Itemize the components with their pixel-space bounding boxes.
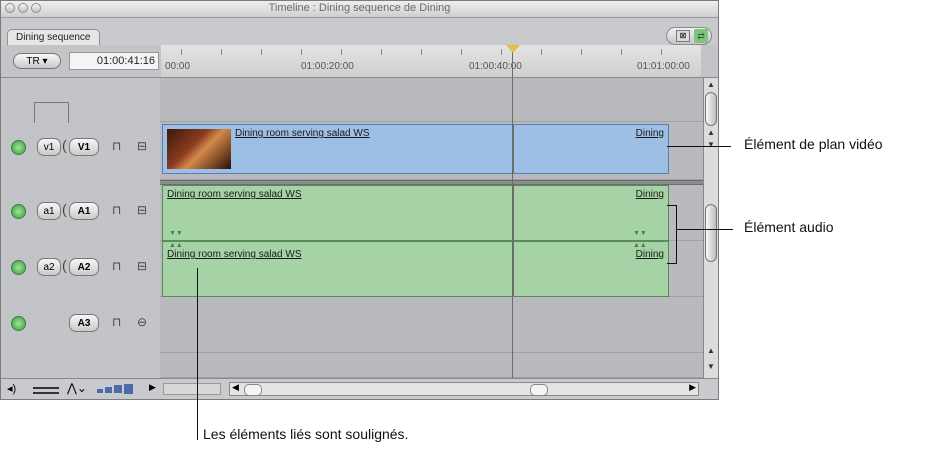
- auto-select-icon[interactable]: ⊟: [137, 259, 147, 273]
- lock-icon[interactable]: ⊓: [112, 259, 121, 273]
- zoom-slider[interactable]: [163, 383, 221, 395]
- ruler-label: 01:01:00:00: [637, 61, 690, 72]
- title-bar: Timeline : Dining sequence de Dining: [1, 1, 718, 18]
- scroll-thumb-right[interactable]: [530, 384, 548, 396]
- view-buttons: ⊠ ⇄: [666, 27, 712, 45]
- playhead-marker[interactable]: [506, 45, 520, 53]
- audio-clip-item-a2[interactable]: ▲▲ ▲▲ Dining room serving salad WS Dinin…: [162, 241, 669, 297]
- rt-menu-button[interactable]: TR ▾: [13, 53, 61, 69]
- scroll-left-icon[interactable]: ◀: [232, 382, 239, 393]
- lock-icon[interactable]: ⊓: [112, 139, 121, 153]
- video-clip-item-next[interactable]: Dining: [513, 124, 669, 174]
- horizontal-scrollbar[interactable]: ◀ ▶: [229, 382, 699, 396]
- ruler-label: 01:00:20:00: [301, 61, 354, 72]
- tab-row: Dining sequence ⊠ ⇄: [1, 18, 718, 46]
- clip-overlays-icon[interactable]: ⊠: [676, 30, 690, 42]
- scroll-thumb-left[interactable]: [244, 384, 262, 396]
- empty-track: [160, 78, 703, 122]
- track-header-a2: a2 ( A2 ⊓ ⊟: [1, 240, 160, 296]
- audio-track-a4: [160, 353, 703, 378]
- stereo-pair-icon: ▼▼: [633, 230, 647, 237]
- track-audible-toggle[interactable]: [11, 316, 26, 331]
- callout-bracket: [676, 205, 677, 263]
- lock-icon[interactable]: ⊓: [112, 315, 121, 329]
- audio-track-a3: [160, 297, 703, 353]
- scroll-thumb-audio[interactable]: [705, 204, 717, 262]
- window-title: Timeline : Dining sequence de Dining: [268, 2, 451, 14]
- track-area[interactable]: Dining room serving salad WS Dining Dini…: [160, 78, 718, 378]
- scroll-down-icon[interactable]: ▼: [707, 140, 715, 149]
- chevron-right-icon[interactable]: ▶: [149, 382, 156, 393]
- clip-name: Dining: [635, 128, 664, 139]
- auto-select-icon[interactable]: ⊖: [137, 315, 147, 329]
- audio-controls-icon[interactable]: ◂): [7, 382, 16, 395]
- ruler-label: 00:00: [165, 61, 191, 72]
- track-audible-toggle[interactable]: [11, 260, 26, 275]
- source-control-a1[interactable]: a1: [37, 202, 61, 220]
- ruler-label: 01:00:40:00: [469, 61, 522, 72]
- source-control-v1[interactable]: v1: [37, 138, 61, 156]
- scroll-up-icon[interactable]: ▲: [707, 128, 715, 137]
- scroll-thumb-video[interactable]: [705, 92, 717, 126]
- scroll-up-icon[interactable]: ▲: [707, 346, 715, 355]
- destination-control-v1[interactable]: V1: [69, 138, 99, 156]
- audio-track-a2: ▲▲ ▲▲ Dining room serving salad WS Dinin…: [160, 241, 703, 297]
- tab-dining-sequence[interactable]: Dining sequence: [7, 29, 100, 46]
- clip-thumbnail: [167, 129, 231, 169]
- callout-linked: Les éléments liés sont soulignés.: [203, 426, 409, 442]
- callout-audio-item: Élément audio: [744, 219, 834, 235]
- control-bar: TR ▾ 01:00:41:16 00:00 01:00:20:00 01:00…: [1, 45, 718, 78]
- lock-icon[interactable]: ⊓: [112, 203, 121, 217]
- timecode-field[interactable]: 01:00:41:16: [69, 52, 159, 70]
- scroll-down-icon[interactable]: ▼: [707, 362, 715, 371]
- bottom-bar: ◂) ⋀⌄ ▶ ◀ ▶: [1, 378, 718, 399]
- clip-name: Dining: [635, 249, 664, 260]
- clip-name: Dining room serving salad WS: [167, 249, 302, 260]
- track-audible-toggle[interactable]: [11, 204, 26, 219]
- clip-keyframes-icon[interactable]: ⋀⌄: [67, 381, 87, 395]
- timeline-window: Timeline : Dining sequence de Dining Din…: [0, 0, 719, 400]
- source-control-a2[interactable]: a2: [37, 258, 61, 276]
- track-header-v1: v1 ( V1 ⊓ ⊟: [1, 122, 160, 174]
- callout-bracket-bottom: [667, 263, 677, 264]
- clip-name: Dining: [635, 189, 664, 200]
- track-header-a3: A3 ⊓ ⊖: [1, 296, 160, 352]
- callout-video-item: Élément de plan vidéo: [744, 136, 883, 152]
- stereo-pair-icon: ▼▼: [169, 230, 183, 237]
- audio-track-a1: Dining room serving salad WS Dining ▼▼ ▼…: [160, 185, 703, 241]
- stereo-pair-icon: ▲▲: [169, 242, 183, 249]
- auto-select-icon[interactable]: ⊟: [137, 203, 147, 217]
- audio-clip-item-a1[interactable]: Dining room serving salad WS Dining ▼▼ ▼…: [162, 185, 669, 241]
- callout-line-linked: [197, 268, 198, 440]
- stereo-pair-icon: ▲▲: [633, 242, 647, 249]
- clip-name: Dining room serving salad WS: [167, 189, 302, 200]
- playhead[interactable]: [512, 45, 513, 378]
- track-headers: v1 ( V1 ⊓ ⊟ a1 ( A1 ⊓ ⊟ a2 ( A2 ⊓ ⊟ A3 ⊓…: [1, 78, 161, 378]
- callout-line-audio: [677, 229, 733, 230]
- scroll-up-icon[interactable]: ▲: [707, 80, 715, 89]
- empty-track-header: [1, 78, 160, 123]
- track-header-a1: a1 ( A1 ⊓ ⊟: [1, 184, 160, 240]
- track-visibility-toggle[interactable]: [11, 140, 26, 155]
- linking-icon[interactable]: ⇄: [694, 29, 708, 43]
- callout-line-video: [667, 146, 731, 147]
- destination-control-a2[interactable]: A2: [69, 258, 99, 276]
- time-ruler[interactable]: 00:00 01:00:20:00 01:00:40:00 01:01:00:0…: [161, 45, 701, 77]
- track-height-icon[interactable]: [33, 387, 59, 394]
- video-track-v1: Dining room serving salad WS Dining: [160, 122, 703, 180]
- destination-control-a3[interactable]: A3: [69, 314, 99, 332]
- vertical-scrollbar[interactable]: ▲ ▲ ▼ ▲ ▼: [703, 78, 718, 378]
- scroll-right-icon[interactable]: ▶: [689, 382, 696, 393]
- auto-select-icon[interactable]: ⊟: [137, 139, 147, 153]
- clip-name: Dining room serving salad WS: [235, 128, 370, 139]
- zoom-control-icon[interactable]: [97, 384, 137, 394]
- destination-control-a1[interactable]: A1: [69, 202, 99, 220]
